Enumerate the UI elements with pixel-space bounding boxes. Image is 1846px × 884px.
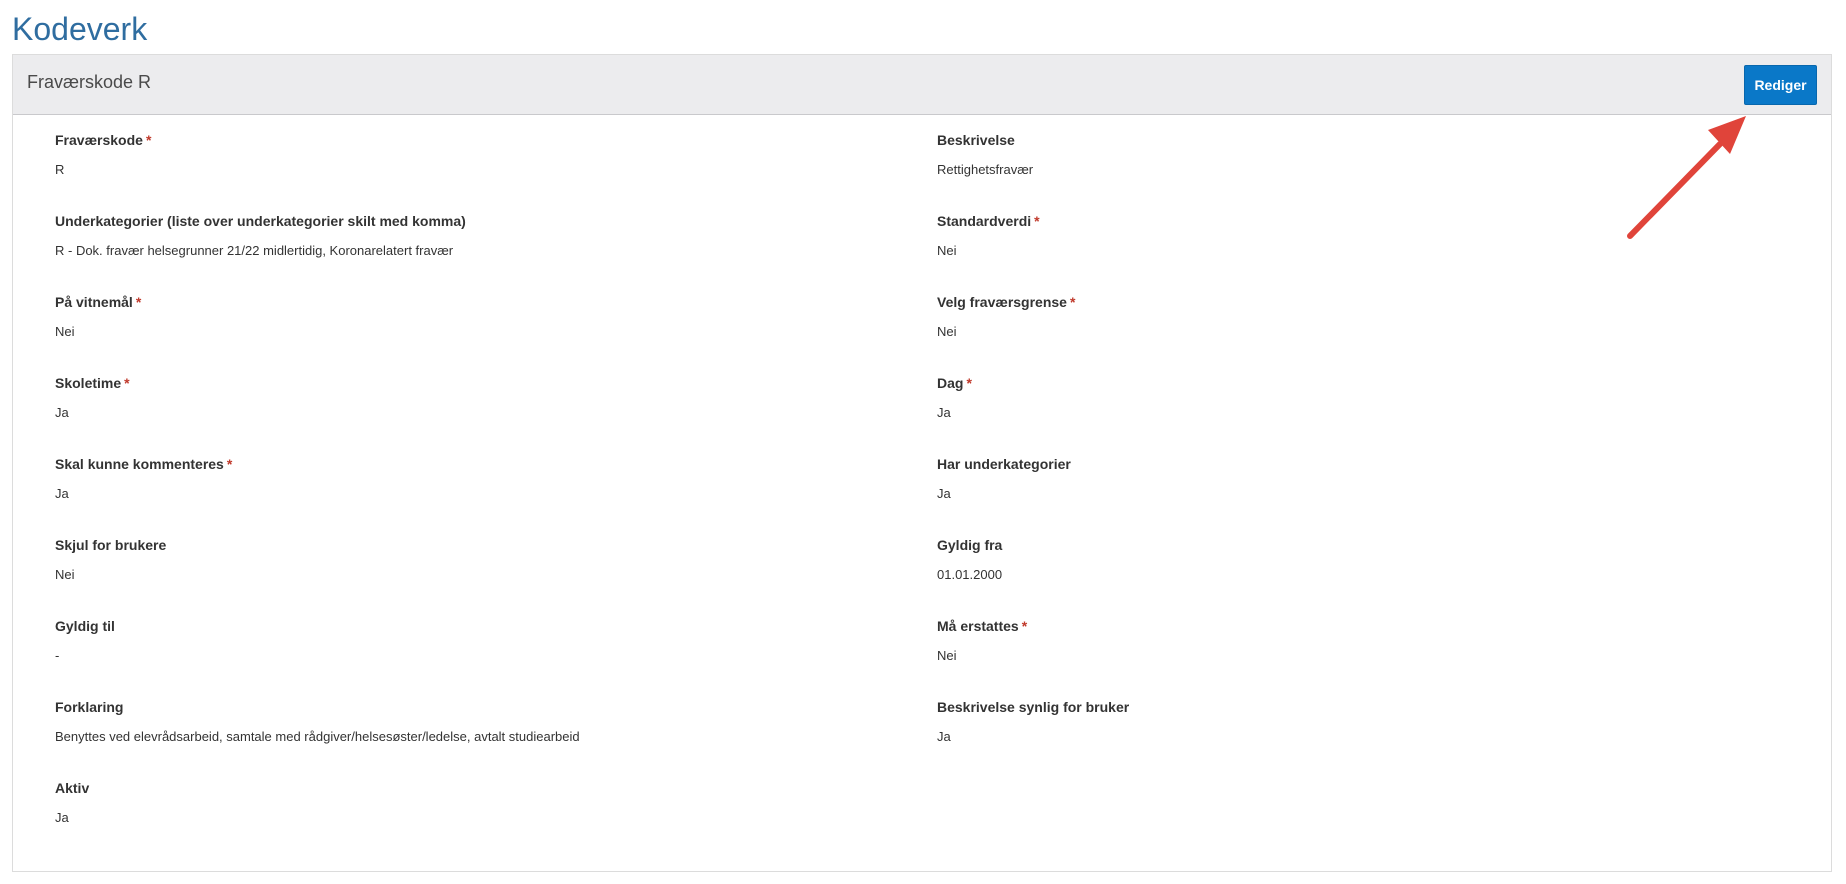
field-left-4: Skal kunne kommenteres * Ja [55,455,875,503]
field-value: Ja [55,486,69,501]
field-label: Skjul for brukere [55,536,875,554]
field-label: Beskrivelse [937,131,1757,149]
field-label: Skal kunne kommenteres * [55,455,875,473]
field-label-text: Aktiv [55,780,90,796]
field-right-1: Standardverdi * Nei [937,212,1757,260]
field-value: Ja [55,810,69,825]
field-label-text: På vitnemål [55,294,133,310]
field-label: Aktiv [55,779,875,797]
field-label: Velg fraværsgrense * [937,293,1757,311]
field-label-text: Skjul for brukere [55,537,167,553]
field-left-7: Forklaring Benyttes ved elevrådsarbeid, s… [55,698,875,746]
required-marker: * [145,132,152,148]
required-marker: * [124,375,130,391]
field-right-3: Dag * Ja [937,374,1757,422]
field-left-6: Gyldig til - [55,617,875,665]
field-label-text: Skal kunne kommenteres [55,456,224,472]
field-label-text: Underkategorier (liste over underkategor… [55,213,466,229]
field-left-3: Skoletime * Ja [55,374,875,422]
field-label: Fraværskode * [55,131,875,149]
field-label-text: Beskrivelse synlig for bruker [937,699,1130,715]
field-left-1: Underkategorier (liste over underkategor… [55,212,875,260]
field-label-text: Standardverdi [937,213,1032,229]
field-right-5: Gyldig fra 01.01.2000 [937,536,1757,584]
field-label: Gyldig til [55,617,875,635]
field-right-7: Beskrivelse synlig for bruker Ja [937,698,1757,746]
field-value: Nei [55,324,75,339]
edit-button[interactable]: Rediger [1744,65,1817,105]
field-left-8: Aktiv Ja [55,779,875,827]
field-label: Forklaring [55,698,875,716]
field-label: Dag * [937,374,1757,392]
field-value: - [55,648,60,663]
field-left-5: Skjul for brukere Nei [55,536,875,584]
code-detail-panel: Fraværskode R Rediger Fraværskode * R Under… [12,54,1832,872]
field-label-text: Dag [937,375,964,391]
field-value: R [55,162,65,177]
field-value: Ja [937,405,951,420]
field-value: Nei [937,648,957,663]
field-label-text: Skoletime [55,375,122,391]
field-value: Nei [937,243,957,258]
field-label-text: Har underkategorier [937,456,1071,472]
field-label: På vitnemål * [55,293,875,311]
field-label-text: Gyldig til [55,618,115,634]
field-value: Nei [55,567,75,582]
required-marker: * [226,456,233,472]
required-marker: * [135,294,142,310]
field-label: Må erstattes * [937,617,1757,635]
field-label: Beskrivelse synlig for bruker [937,698,1757,716]
field-label-text: Gyldig fra [937,537,1003,553]
field-value: Ja [937,729,951,744]
field-value: Ja [55,405,69,420]
field-label: Skoletime * [55,374,875,392]
page-title: Kodeverk [12,11,148,47]
field-value: 01.01.2000 [937,567,1003,582]
required-marker: * [966,375,972,391]
field-right-6: Må erstattes * Nei [937,617,1757,665]
panel-header: Fraværskode R Rediger [13,55,1831,115]
field-left-0: Fraværskode * R [55,131,875,179]
panel-title: Fraværskode R [27,72,152,92]
field-label: Har underkategorier [937,455,1757,473]
field-right-0: Beskrivelse Rettighetsfravær [937,131,1757,179]
field-right-2: Velg fraværsgrense * Nei [937,293,1757,341]
field-label-text: Velg fraværsgrense [937,294,1067,310]
required-marker: * [1034,213,1040,229]
field-label-text: Fraværskode [55,132,143,148]
field-value: R - Dok. fravær helsegrunner 21/22 midle… [55,243,454,258]
field-label: Gyldig fra [937,536,1757,554]
required-marker: * [1069,294,1076,310]
field-left-2: På vitnemål * Nei [55,293,875,341]
field-value: Rettighetsfravær [937,162,1034,177]
field-value: Nei [937,324,957,339]
required-marker: * [1021,618,1028,634]
field-right-4: Har underkategorier Ja [937,455,1757,503]
field-label-text: Må erstattes [937,618,1019,634]
field-value: Benyttes ved elevrådsarbeid, samtale med… [55,729,580,744]
field-label-text: Beskrivelse [937,132,1015,148]
field-label-text: Forklaring [55,699,124,715]
field-value: Ja [937,486,951,501]
field-label: Standardverdi * [937,212,1757,230]
field-label: Underkategorier (liste over underkategor… [55,212,875,230]
